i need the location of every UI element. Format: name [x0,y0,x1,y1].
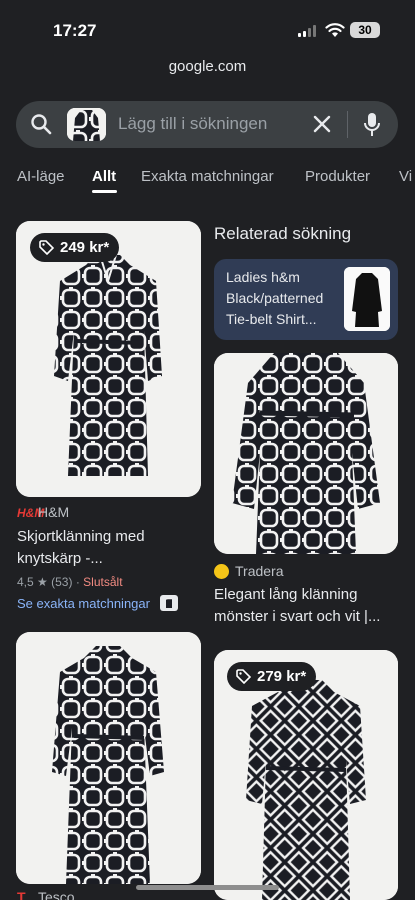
microphone-icon[interactable] [363,112,381,138]
tab-more[interactable]: Vi [399,168,412,185]
price-tag: 249 kr* [30,233,120,262]
related-search-card[interactable]: Ladies h&m Black/patterned Tie-belt Shir… [214,259,398,340]
tab-ai-mode[interactable]: AI-läge [17,168,65,185]
product-image[interactable] [16,632,201,884]
product-image[interactable] [16,221,201,497]
source-name[interactable]: Tradera [235,563,284,579]
product-image[interactable] [214,353,398,554]
home-indicator[interactable] [136,885,279,890]
tab-products[interactable]: Produkter [305,168,370,185]
status-time: 17:27 [53,21,97,40]
search-box[interactable]: Lägg till i sökningen [16,101,398,148]
battery-indicator: 30 [350,22,380,38]
search-tabs: AI-läge Allt Exakta matchningar Produkte… [0,160,415,196]
price-label: 279 kr* [257,668,307,685]
tradera-logo-icon [214,564,229,579]
price-label: 249 kr* [60,239,110,256]
source-name[interactable]: H&M [38,504,69,520]
tesco-logo-icon: T [17,889,26,900]
lens-image-thumbnail[interactable] [67,108,106,141]
image-match-icon[interactable] [160,595,178,611]
exact-matches-link[interactable]: Se exakta matchningar [17,596,150,611]
product-title[interactable]: Elegant lång klänning mönster i svart oc… [214,584,400,628]
tag-icon [39,240,54,255]
search-divider [347,111,348,138]
cellular-signal-icon [298,25,316,37]
tab-all[interactable]: Allt [92,168,116,185]
price-tag: 279 kr* [227,662,317,691]
status-bar: 17:27 30 [0,0,415,58]
review-count: (53) [51,575,73,589]
search-input[interactable]: Lägg till i sökningen [118,114,267,134]
rating-value: 4,5 [17,575,34,589]
active-tab-indicator [92,190,117,193]
rating-row: 4,5 ★ (53) · Slutsålt [17,575,123,589]
url-bar[interactable]: google.com [0,58,415,84]
wifi-icon [325,23,345,37]
separator: · [75,575,80,589]
source-name[interactable]: Tesco [38,889,75,900]
related-search-text: Ladies h&m Black/patterned Tie-belt Shir… [226,269,324,327]
related-search-thumbnail [344,267,390,331]
close-icon[interactable] [312,114,332,134]
stock-status: Slutsålt [83,575,123,589]
related-search-heading: Relaterad sökning [214,224,352,243]
tag-icon [236,669,251,684]
tab-exact-matches[interactable]: Exakta matchningar [141,168,274,185]
product-title[interactable]: Skjortklänning med knytskärp -... [17,526,199,570]
star-icon: ★ [37,575,48,589]
search-icon[interactable] [30,113,52,135]
